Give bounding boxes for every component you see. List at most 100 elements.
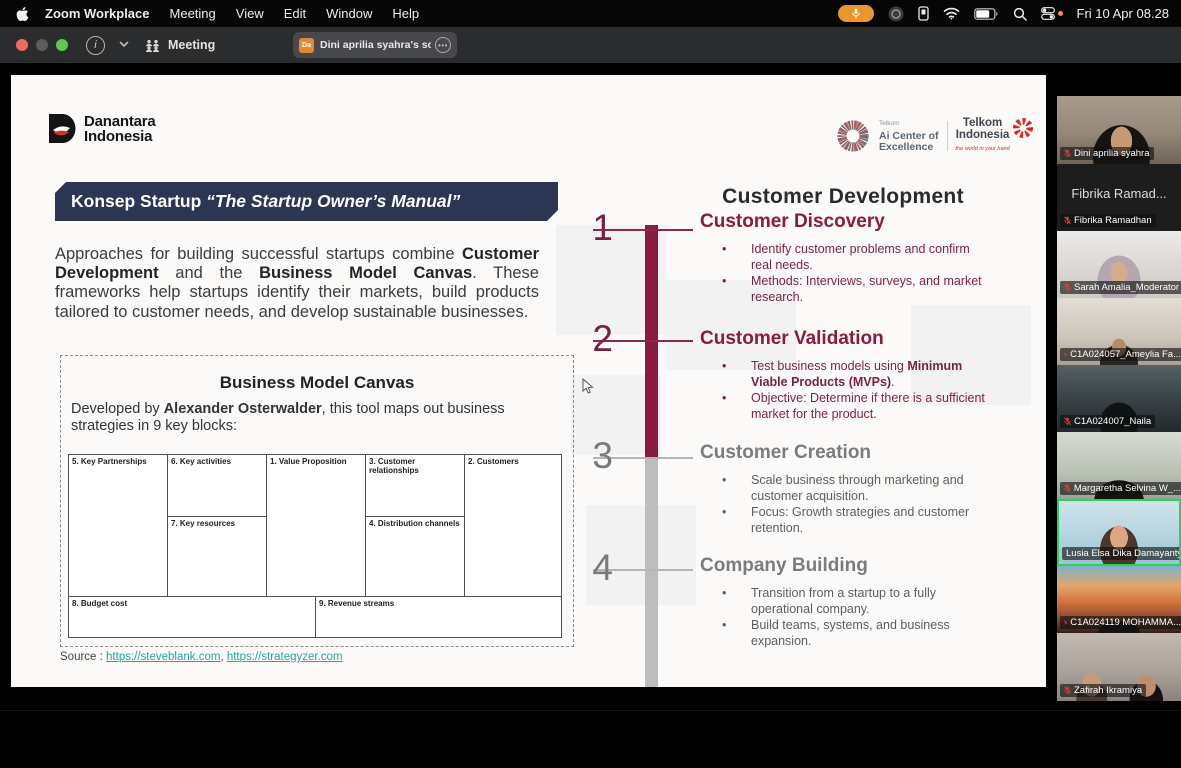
tab-options-icon[interactable]: ••• (435, 37, 451, 53)
bullet-text: Focus: Growth strategies and customer re… (751, 505, 969, 535)
intro-bold-bmc: Business Model Canvas (259, 264, 472, 282)
section-heading: Company Building (700, 555, 1002, 577)
participant-name: Zafirah Ikramiya (1074, 685, 1142, 696)
menu-clock[interactable]: Fri 10 Apr 08.28 (1077, 6, 1170, 21)
participant-tile-naila[interactable]: C1A024007_Naila (1057, 365, 1181, 432)
bmc-description: Developed by Alexander Osterwalder, this… (71, 401, 553, 435)
timeline-number-2: 2 (577, 319, 613, 359)
bmc-cell-key-resources: 7. Key resources (167, 516, 267, 597)
participants-sidebar: Dini aprilia syahra Fibrika Ramad... Fib… (1057, 96, 1181, 701)
shared-screen-tab-title: Dini aprilia syahra's screen (320, 39, 431, 51)
participant-name: Sarah Amalia_Moderator (1074, 282, 1179, 293)
menu-item-meeting[interactable]: Meeting (170, 6, 216, 21)
participant-name: Dini aprilia syahra (1074, 148, 1150, 159)
bmc-title: Business Model Canvas (61, 373, 573, 393)
bullet-text: Build teams, systems, and business expan… (751, 618, 950, 648)
fullscreen-window-button[interactable] (56, 39, 68, 51)
timeline-bar-gray (645, 458, 658, 687)
screen: Zoom Workplace Meeting View Edit Window … (0, 0, 1181, 768)
search-icon[interactable] (1013, 7, 1027, 21)
telkom-line2: Indonesia (956, 129, 1010, 141)
brand-line1: Danantara (84, 114, 156, 129)
slide-title-quoted: “The Startup Owner’s Manual” (206, 191, 460, 211)
minimize-window-button[interactable] (36, 39, 48, 51)
partner-logos: Telkom Ai Center of Excellence Telkom In… (835, 117, 1034, 155)
participant-tile-fibrika[interactable]: Fibrika Ramad... Fibrika Ramadhan (1057, 164, 1181, 231)
bmc-cell-distribution-channels: 4. Distribution channels (365, 516, 465, 597)
control-center-icon[interactable] (1041, 7, 1055, 20)
participant-name: Fibrika Ramadhan (1074, 215, 1152, 226)
coe-brand-small: Telkom (879, 118, 939, 130)
participant-name: C1A024057_Ameylia Fa... (1070, 349, 1181, 360)
section-customer-validation: Customer Validation •Test business model… (700, 328, 1002, 422)
menu-item-help[interactable]: Help (392, 6, 419, 21)
bmc-cell-key-activities: 6. Key activities (167, 454, 267, 517)
telkom-tagline: the world in your hand (956, 143, 1010, 155)
slide-title-banner: Konsep Startup “The Startup Owner’s Manu… (55, 182, 558, 221)
intro-paragraph: Approaches for building successful start… (55, 245, 539, 322)
close-window-button[interactable] (16, 39, 28, 51)
device-icon[interactable] (918, 6, 929, 21)
section-company-building: Company Building •Transition from a star… (700, 555, 1002, 649)
meeting-label: Meeting (168, 38, 215, 52)
participant-tile-mohamma[interactable]: C1A024119 MOHAMMA... (1057, 566, 1181, 633)
mic-muted-icon (1064, 216, 1071, 225)
participant-tile-margaretha[interactable]: Margaretha Selvina W_... (1057, 432, 1181, 499)
telkom-hand-icon (1012, 117, 1034, 139)
bmc-cell-value-proposition: 1. Value Proposition (266, 454, 366, 597)
menubar-app-circle-icon[interactable] (888, 6, 904, 22)
ai-coe-starburst-icon (835, 118, 871, 154)
bmc-cell-key-partnerships: 5. Key Partnerships (68, 454, 168, 597)
coe-line1: Ai Center of (879, 130, 939, 142)
danantara-logo: Danantara Indonesia (48, 113, 156, 144)
apple-menu-icon[interactable] (16, 6, 29, 22)
info-icon[interactable]: i (86, 36, 105, 55)
mic-muted-icon (1064, 417, 1071, 426)
shared-slide: Danantara Indonesia Telkom Ai Center of … (11, 75, 1046, 687)
wifi-icon[interactable] (943, 7, 960, 20)
source-label: Source : (60, 651, 103, 663)
bmc-cell-budget-cost: 8. Budget cost (68, 596, 316, 638)
notification-dot (1058, 11, 1063, 16)
battery-icon[interactable] (974, 8, 999, 20)
menu-app-name[interactable]: Zoom Workplace (45, 6, 150, 21)
bullet-text: Objective: Determine if there is a suffi… (751, 391, 985, 421)
bmc-grid: 5. Key Partnerships 6. Key activities 7.… (68, 454, 562, 638)
mouse-cursor (582, 378, 594, 400)
slide-title: Konsep Startup (71, 191, 206, 211)
meeting-grid-icon (145, 39, 160, 52)
logo-divider (947, 121, 948, 151)
participant-tile-dini[interactable]: Dini aprilia syahra (1057, 96, 1181, 164)
participant-tile-lusia-active-speaker[interactable]: Lusia Elsa Dika Damayanty (1057, 499, 1181, 566)
chevron-down-icon[interactable] (119, 39, 129, 51)
participant-name: Margaretha Selvina W_... (1074, 483, 1181, 494)
bmc-cell-customers: 2. Customers (464, 454, 562, 597)
mic-muted-icon (1064, 350, 1067, 359)
intro-text: Approaches for building successful start… (55, 245, 462, 263)
microphone-in-use-indicator[interactable] (838, 5, 874, 22)
bmc-desc-author: Alexander Osterwalder (164, 401, 322, 417)
section-customer-creation: Customer Creation •Scale business throug… (700, 442, 1002, 536)
bullet-text: Scale business through marketing and cus… (751, 473, 964, 503)
timeline-number-3: 3 (577, 436, 613, 476)
participant-display-name: Fibrika Ramad... (1057, 186, 1181, 201)
menu-item-view[interactable]: View (236, 6, 264, 21)
coe-line2: Excellence (879, 141, 933, 153)
participant-tile-zafirah[interactable]: Zafirah Ikramiya (1057, 633, 1181, 701)
bmc-box: Business Model Canvas Developed by Alexa… (60, 355, 574, 647)
bullet-text: Test business models using (751, 359, 907, 373)
window-title-bar: i Meeting Da Dini aprilia syahra's scree… (0, 27, 1181, 63)
timeline-number-4: 4 (577, 548, 613, 588)
intro-text: and the (159, 264, 259, 282)
mic-muted-icon (1064, 686, 1071, 695)
shared-screen-tab[interactable]: Da Dini aprilia syahra's screen ••• (293, 32, 457, 58)
section-heading: Customer Creation (700, 442, 1002, 464)
bmc-cell-revenue-streams: 9. Revenue streams (315, 596, 562, 638)
telkom-line1: Telkom (963, 117, 1002, 129)
participant-name: Lusia Elsa Dika Damayanty (1066, 548, 1181, 559)
menu-item-window[interactable]: Window (326, 6, 372, 21)
participant-tile-ameylia[interactable]: C1A024057_Ameylia Fa... (1057, 298, 1181, 365)
menu-item-edit[interactable]: Edit (284, 6, 306, 21)
participant-tile-sarah[interactable]: Sarah Amalia_Moderator (1057, 231, 1181, 298)
bullet-text: Identify customer problems and confirm r… (751, 242, 970, 272)
